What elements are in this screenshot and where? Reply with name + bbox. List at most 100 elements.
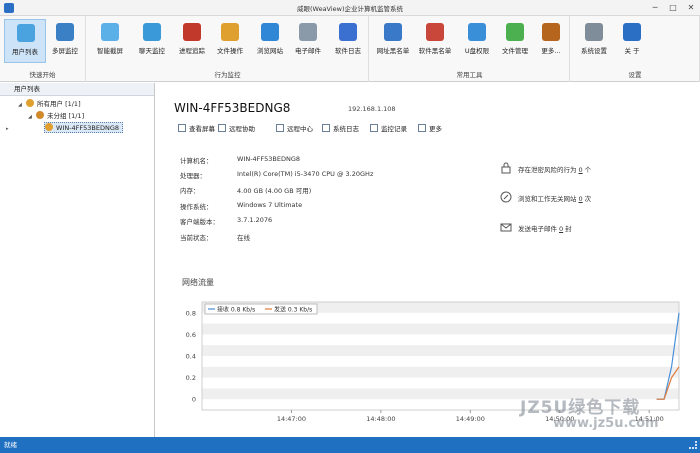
user-icon	[45, 123, 53, 131]
x-tick-label: 14:48:00	[366, 415, 395, 423]
ribbon-group-caption: 快速开始	[29, 71, 56, 79]
ribbon-button[interactable]: 浏览网站	[249, 19, 291, 63]
risk-count-link[interactable]: 0	[559, 225, 563, 233]
y-tick-label: 0.2	[186, 374, 196, 382]
web-blacklist-icon	[384, 23, 402, 41]
tree-node-computer[interactable]: WIN-4FF53BEDNG8	[44, 122, 124, 133]
network-traffic-title: 网络流量	[182, 278, 214, 287]
ribbon-button[interactable]: 进程追踪	[171, 19, 213, 63]
monitors-icon	[56, 23, 74, 41]
grid-band	[202, 366, 679, 378]
ribbon-button[interactable]: 网址黑名单	[372, 19, 414, 63]
computer-name-title: WIN-4FF53BEDNG8	[174, 101, 291, 115]
y-tick-label: 0.4	[186, 353, 196, 361]
ribbon-button[interactable]: U盘权限	[456, 19, 498, 63]
tree-node-label: 所有用户 [1/1]	[37, 100, 81, 108]
ribbon-button[interactable]: 更多...	[530, 19, 572, 63]
ribbon-button-label: 浏览网站	[257, 47, 283, 55]
search-icon	[370, 124, 378, 132]
info-icon	[623, 23, 641, 41]
ribbon-button-label: 多屏监控	[52, 47, 78, 55]
ribbon-group: 智能截屏 聊天监控 进程追踪 文件操作 浏览网站 电子邮件 软件日志行为监控	[87, 16, 369, 82]
infinity-icon	[339, 23, 357, 41]
legend-label: 发送 0.3 Kb/s	[274, 306, 312, 314]
remote-assist-button[interactable]: 远程协助	[218, 123, 255, 135]
ribbon-button-label: 系统设置	[581, 47, 607, 55]
list-icon	[418, 124, 426, 132]
status-bar: 就绪	[0, 437, 700, 453]
expand-arrow-icon[interactable]: ◢	[28, 112, 36, 123]
ribbon-button[interactable]: 软件黑名单	[414, 19, 456, 63]
tree-node-label: WIN-4FF53BEDNG8	[56, 124, 120, 132]
risk-count-link[interactable]: 0	[579, 166, 583, 174]
gear-icon	[585, 23, 603, 41]
ribbon-button-label: 聊天监控	[139, 47, 165, 55]
tree-node-all-users[interactable]: ◢ 所有用户 [1/1]	[18, 99, 81, 110]
ribbon-group: 系统设置 关 于设置	[571, 16, 700, 82]
log-icon	[322, 124, 330, 132]
maximize-button[interactable]: □	[666, 2, 680, 14]
remote-center-button[interactable]: 远程中心	[276, 123, 313, 135]
view-screen-button[interactable]: 查看屏幕	[178, 123, 215, 135]
ribbon-group-caption: 行为监控	[214, 71, 241, 79]
grid-band	[202, 345, 679, 356]
system-log-button[interactable]: 系统日志	[322, 123, 359, 135]
remote-icon	[218, 124, 226, 132]
tree-node-ungrouped[interactable]: ◢ 未分组 [1/1]	[28, 111, 84, 122]
tree-node-label: 未分组 [1/1]	[47, 112, 85, 120]
close-button[interactable]: ✕	[684, 2, 698, 14]
ribbon-button[interactable]: 多屏监控	[44, 19, 86, 63]
screen-icon	[178, 124, 186, 132]
ribbon-button[interactable]: 软件日志	[327, 19, 369, 63]
ribbon-group-caption: 常用工具	[456, 71, 483, 79]
ribbon-group: 网址黑名单 软件黑名单 U盘权限 文件管理 更多... 常用工具	[370, 16, 570, 82]
ribbon-button-label: U盘权限	[464, 47, 490, 55]
watermark: JZ5U绿色下载	[520, 398, 641, 418]
ribbon-button-label: 网址黑名单	[376, 47, 410, 55]
ribbon-button[interactable]: 文件操作	[209, 19, 251, 63]
compass-icon	[500, 191, 512, 203]
ribbon-button[interactable]: 用户列表	[4, 19, 46, 63]
row-indicator: ▸	[6, 126, 9, 132]
lock-icon	[501, 162, 511, 174]
watermark-url: www.jz5u.com	[553, 416, 659, 431]
grid-band	[202, 323, 679, 335]
window-title: 威眼(WeaView)企业计算机监管系统	[296, 5, 404, 13]
risk-count-link[interactable]: 0	[579, 195, 583, 203]
ribbon-group-caption: 设置	[628, 71, 642, 79]
briefcase-icon	[183, 23, 201, 41]
toolbox-icon	[542, 23, 560, 41]
ribbon-button-label: 更多...	[541, 47, 561, 55]
x-tick-label: 14:49:00	[456, 415, 485, 423]
compass-icon	[261, 23, 279, 41]
ribbon-button-label: 软件日志	[335, 47, 361, 55]
expand-arrow-icon[interactable]: ◢	[18, 100, 26, 111]
computer-detail-panel: WIN-4FF53BEDNG8 192.168.1.108 查看屏幕 远程协助 …	[156, 83, 700, 437]
status-text: 就绪	[4, 441, 17, 449]
ribbon-button-label: 智能截屏	[97, 47, 123, 55]
remote-center-icon	[276, 124, 284, 132]
title-bar: 威眼(WeaView)企业计算机监管系统 ─ □ ✕	[0, 0, 700, 16]
mail-icon	[500, 223, 512, 232]
ribbon-button[interactable]: 电子邮件	[287, 19, 329, 63]
ribbon-button-label: 文件操作	[217, 47, 243, 55]
monitor-record-button[interactable]: 监控记录	[370, 123, 407, 135]
ribbon-button[interactable]: 系统设置	[573, 19, 615, 63]
mail-icon	[299, 23, 317, 41]
ribbon-button[interactable]: 智能截屏	[89, 19, 131, 63]
ribbon-button-label: 关 于	[624, 47, 640, 55]
chat-icon	[143, 23, 161, 41]
computer-ip: 192.168.1.108	[348, 105, 396, 113]
ribbon-button[interactable]: 聊天监控	[131, 19, 173, 63]
users-icon	[17, 24, 35, 42]
usb-icon	[468, 23, 486, 41]
more-button[interactable]: 更多	[418, 123, 442, 135]
resize-grip-icon[interactable]	[689, 441, 697, 449]
minimize-button[interactable]: ─	[648, 2, 662, 14]
ribbon-button[interactable]: 关 于	[611, 19, 653, 63]
y-tick-label: 0.6	[186, 331, 196, 339]
all-users-icon	[26, 99, 34, 107]
ribbon-button-label: 电子邮件	[295, 47, 321, 55]
ribbon-button-label: 软件黑名单	[418, 47, 452, 55]
x-tick-label: 14:47:00	[277, 415, 306, 423]
